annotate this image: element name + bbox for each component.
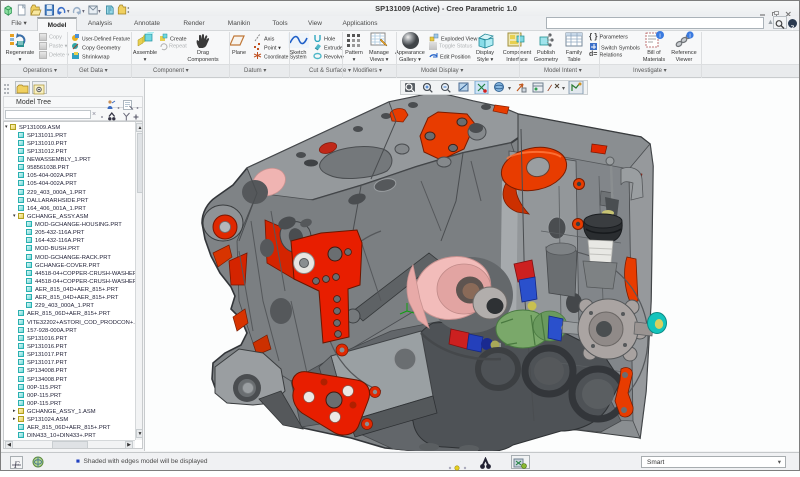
svg-text:▾: ▾ [67,9,70,15]
svg-text:▾: ▾ [508,86,511,92]
svg-text:▾: ▾ [562,86,565,92]
svg-text:?: ? [791,24,795,32]
svg-text:i: i [659,34,660,40]
svg-text:i: i [689,33,690,39]
svg-text:∕: ∕ [547,83,553,93]
svg-text:▾: ▾ [82,9,85,15]
svg-text:▾: ▾ [98,9,101,15]
